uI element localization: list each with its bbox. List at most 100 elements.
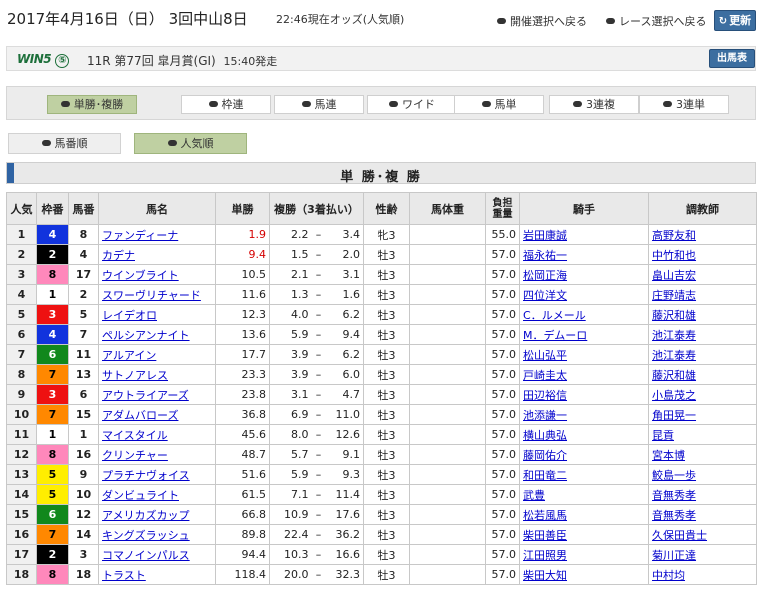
horse-name-link[interactable]: ダンビュライト <box>102 489 179 502</box>
jockey[interactable]: 武豊 <box>519 484 650 505</box>
trainer[interactable]: 庄野靖志 <box>648 284 758 305</box>
horse-name[interactable]: アルアイン <box>98 344 216 365</box>
trainer-link[interactable]: 音無秀孝 <box>652 489 696 502</box>
trainer[interactable]: 宮本博 <box>648 444 758 465</box>
jockey-link[interactable]: 四位洋文 <box>523 289 567 302</box>
jockey[interactable]: 池添謙一 <box>519 404 650 425</box>
trainer[interactable]: 角田晃一 <box>648 404 758 425</box>
jockey[interactable]: 松岡正海 <box>519 264 650 285</box>
horse-name[interactable]: トラスト <box>98 564 216 585</box>
horse-name-link[interactable]: クリンチャー <box>102 449 168 462</box>
trainer-link[interactable]: 角田晃一 <box>652 409 696 422</box>
jockey-link[interactable]: 戸崎圭太 <box>523 369 567 382</box>
trainer[interactable]: 高野友和 <box>648 224 758 245</box>
trainer-link[interactable]: 中竹和也 <box>652 249 696 262</box>
trainer-link[interactable]: 小島茂之 <box>652 389 696 402</box>
trainer-link[interactable]: 庄野靖志 <box>652 289 696 302</box>
trainer-link[interactable]: 藤沢和雄 <box>652 369 696 382</box>
horse-name-link[interactable]: スワーヴリチャード <box>102 289 201 302</box>
tab-5[interactable]: 3連複 <box>549 95 639 114</box>
trainer-link[interactable]: 池江泰寿 <box>652 349 696 362</box>
trainer-link[interactable]: 宮本博 <box>652 449 685 462</box>
trainer[interactable]: 池江泰寿 <box>648 324 758 345</box>
horse-name[interactable]: キングズラッシュ <box>98 524 216 545</box>
horse-name-link[interactable]: アメリカズカップ <box>102 509 189 522</box>
sort-by-number-button[interactable]: 馬番順 <box>8 133 121 154</box>
trainer-link[interactable]: 池江泰寿 <box>652 329 696 342</box>
trainer[interactable]: 中村均 <box>648 564 758 585</box>
horse-name[interactable]: ペルシアンナイト <box>98 324 216 345</box>
tab-0[interactable]: 単勝･複勝 <box>47 95 137 114</box>
horse-name[interactable]: アメリカズカップ <box>98 504 216 525</box>
refresh-button[interactable]: ↻ 更新 <box>714 10 756 31</box>
jockey[interactable]: 江田照男 <box>519 544 650 565</box>
back-to-race-link[interactable]: レース選択へ戻る <box>606 13 706 29</box>
trainer-link[interactable]: 鮫島一歩 <box>652 469 696 482</box>
trainer[interactable]: 池江泰寿 <box>648 344 758 365</box>
horse-name[interactable]: アダムバローズ <box>98 404 216 425</box>
tab-1[interactable]: 枠連 <box>181 95 271 114</box>
trainer[interactable]: 菊川正達 <box>648 544 758 565</box>
horse-name[interactable]: コマノインパルス <box>98 544 216 565</box>
horse-name[interactable]: スワーヴリチャード <box>98 284 216 305</box>
horse-name-link[interactable]: ペルシアンナイト <box>102 329 190 342</box>
horse-name[interactable]: クリンチャー <box>98 444 216 465</box>
horse-name-link[interactable]: アダムバローズ <box>102 409 178 422</box>
horse-name-link[interactable]: アウトライアーズ <box>102 389 189 402</box>
jockey-link[interactable]: 田辺裕信 <box>523 389 567 402</box>
trainer[interactable]: 音無秀孝 <box>648 504 758 525</box>
jockey-link[interactable]: 藤岡佑介 <box>523 449 567 462</box>
jockey-link[interactable]: 池添謙一 <box>523 409 567 422</box>
jockey[interactable]: 松山弘平 <box>519 344 650 365</box>
jockey-link[interactable]: 松若風馬 <box>523 509 567 522</box>
trainer-link[interactable]: 音無秀孝 <box>652 509 696 522</box>
trainer[interactable]: 小島茂之 <box>648 384 758 405</box>
jockey-link[interactable]: 柴田大知 <box>523 569 567 582</box>
horse-name-link[interactable]: カデナ <box>102 249 135 262</box>
trainer[interactable]: 鮫島一歩 <box>648 464 758 485</box>
jockey[interactable]: 柴田大知 <box>519 564 650 585</box>
horse-name-link[interactable]: マイスタイル <box>102 429 168 442</box>
jockey-link[interactable]: C．ルメール <box>523 309 586 322</box>
jockey[interactable]: 藤岡佑介 <box>519 444 650 465</box>
horse-name-link[interactable]: ウインブライト <box>102 269 179 282</box>
jockey-link[interactable]: M．デムーロ <box>523 329 587 342</box>
back-to-meeting-link[interactable]: 開催選択へ戻る <box>497 13 587 29</box>
trainer[interactable]: 藤沢和雄 <box>648 364 758 385</box>
trainer-link[interactable]: 菊川正達 <box>652 549 696 562</box>
horse-name[interactable]: ダンビュライト <box>98 484 216 505</box>
jockey-link[interactable]: 福永祐一 <box>523 249 567 262</box>
jockey-link[interactable]: 和田竜二 <box>523 469 567 482</box>
jockey[interactable]: 和田竜二 <box>519 464 650 485</box>
jockey[interactable]: 四位洋文 <box>519 284 650 305</box>
trainer[interactable]: 畠山吉宏 <box>648 264 758 285</box>
jockey-link[interactable]: 柴田善臣 <box>523 529 567 542</box>
jockey[interactable]: 福永祐一 <box>519 244 650 265</box>
jockey[interactable]: 松若風馬 <box>519 504 650 525</box>
trainer-link[interactable]: 畠山吉宏 <box>652 269 696 282</box>
jockey-link[interactable]: 横山典弘 <box>523 429 567 442</box>
trainer-link[interactable]: 高野友和 <box>652 229 696 242</box>
jockey[interactable]: 柴田善臣 <box>519 524 650 545</box>
trainer-link[interactable]: 久保田貴士 <box>652 529 707 542</box>
trainer-link[interactable]: 昆貢 <box>652 429 674 442</box>
horse-name[interactable]: カデナ <box>98 244 216 265</box>
jockey[interactable]: C．ルメール <box>519 304 650 325</box>
horse-name-link[interactable]: アルアイン <box>102 349 156 362</box>
tab-6[interactable]: 3連単 <box>639 95 729 114</box>
horse-name-link[interactable]: トラスト <box>102 569 146 582</box>
jockey-link[interactable]: 岩田康誠 <box>523 229 567 242</box>
tab-2[interactable]: 馬連 <box>274 95 364 114</box>
trainer-link[interactable]: 中村均 <box>652 569 685 582</box>
trainer[interactable]: 昆貢 <box>648 424 758 445</box>
tab-4[interactable]: 馬単 <box>454 95 544 114</box>
horse-name[interactable]: ファンディーナ <box>98 224 216 245</box>
horse-name[interactable]: ウインブライト <box>98 264 216 285</box>
horse-name[interactable]: レイデオロ <box>98 304 216 325</box>
jockey-link[interactable]: 江田照男 <box>523 549 567 562</box>
horse-name-link[interactable]: レイデオロ <box>102 309 157 322</box>
horse-name-link[interactable]: ファンディーナ <box>102 229 178 242</box>
trainer[interactable]: 音無秀孝 <box>648 484 758 505</box>
jockey[interactable]: 田辺裕信 <box>519 384 650 405</box>
horse-name-link[interactable]: キングズラッシュ <box>102 529 190 542</box>
